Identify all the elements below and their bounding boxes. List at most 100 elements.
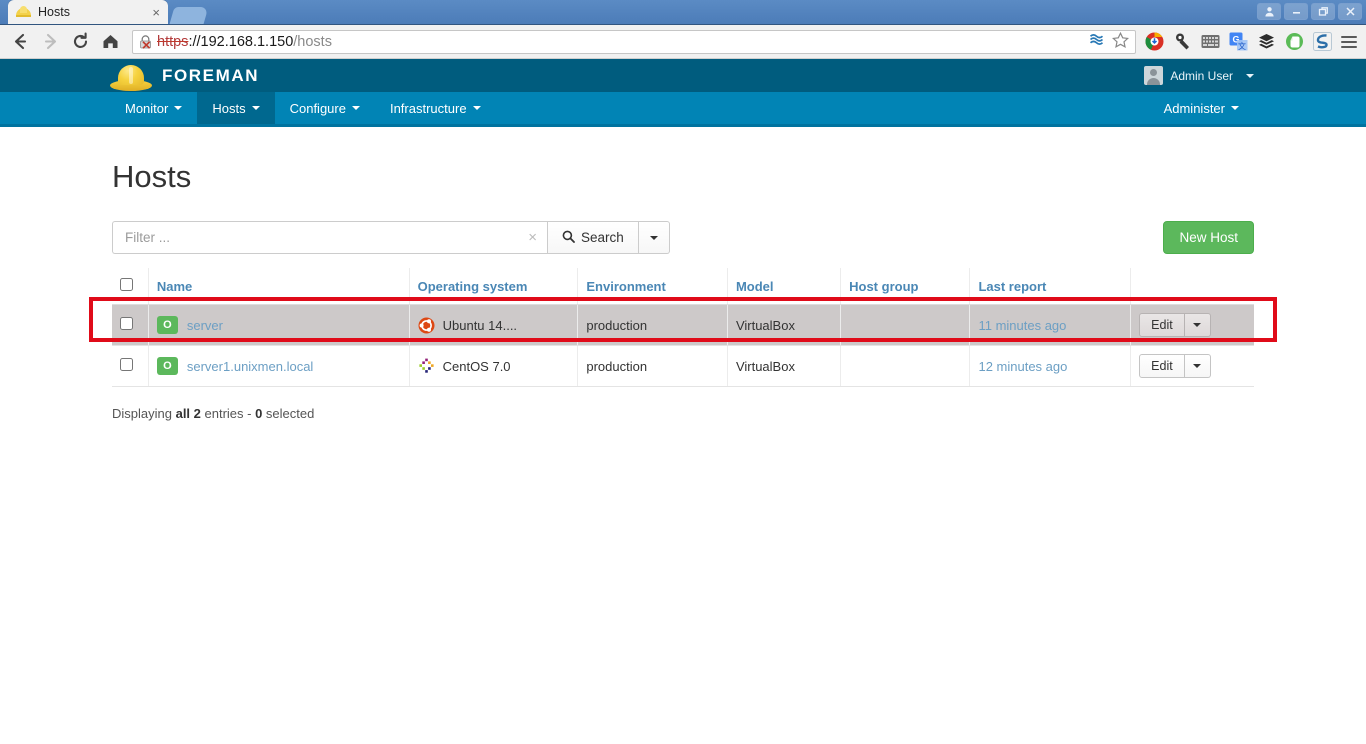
google-translate-icon[interactable]: G文: [1228, 32, 1248, 52]
row-os-cell: CentOS 7.0: [409, 345, 579, 387]
column-header-actions: [1130, 268, 1254, 305]
new-host-label: New Host: [1179, 230, 1238, 245]
reading-list-icon[interactable]: [1089, 32, 1106, 51]
forward-icon[interactable]: [36, 29, 64, 55]
table-header: Name Operating system Environment Model …: [112, 268, 1254, 305]
url-path: /hosts: [293, 33, 332, 50]
nav-label: Infrastructure: [389, 100, 467, 116]
home-icon[interactable]: [96, 29, 124, 55]
column-header-model[interactable]: Model: [727, 268, 842, 305]
clear-filter-icon[interactable]: ×: [522, 229, 537, 246]
evernote-icon[interactable]: [1284, 32, 1304, 52]
nav-item-administer[interactable]: Administer: [1149, 92, 1254, 124]
foreman-nav-left: Monitor Hosts Configure Infrastructure: [110, 92, 496, 124]
column-header-operating-system[interactable]: Operating system: [409, 268, 579, 305]
brand-title: FOREMAN: [162, 65, 260, 85]
nav-item-infrastructure[interactable]: Infrastructure: [375, 92, 496, 124]
browser-tab-hosts[interactable]: Hosts ×: [8, 0, 168, 24]
foreman-logo-link[interactable]: FOREMAN: [110, 59, 259, 93]
search-button[interactable]: Search: [547, 221, 639, 254]
chrome-download-icon[interactable]: [1144, 32, 1164, 52]
avatar: [1144, 66, 1164, 85]
os-label: CentOS 7.0: [442, 358, 511, 374]
row-name-cell: O server: [148, 304, 410, 346]
table-row[interactable]: O server1.unixmen.local CentOS 7.0 produ…: [112, 345, 1254, 387]
extension-icons: G文: [1144, 32, 1336, 52]
status-badge: O: [156, 357, 178, 375]
table-row[interactable]: O server Ubuntu 14.... production Virtua…: [112, 304, 1254, 346]
row-select-checkbox[interactable]: [120, 317, 133, 330]
nav-item-monitor[interactable]: Monitor: [110, 92, 197, 124]
row-checkbox-cell: [112, 345, 149, 387]
select-all-header: [112, 268, 149, 305]
chevron-down-icon: [1246, 73, 1254, 78]
close-button[interactable]: [1338, 3, 1362, 20]
search-input[interactable]: [123, 229, 523, 246]
nav-item-configure[interactable]: Configure: [275, 92, 375, 124]
host-link[interactable]: server1.unixmen.local: [187, 359, 313, 374]
page-content: Hosts × Search New Host: [0, 159, 1366, 421]
summary-count: all 2: [175, 406, 201, 421]
lastpass-icon[interactable]: [1172, 32, 1192, 52]
hardhat-icon: [16, 5, 31, 20]
row-actions-dropdown-button[interactable]: [1184, 313, 1211, 337]
os-label: Ubuntu 14....: [442, 317, 518, 333]
last-report-link[interactable]: 11 minutes ago: [978, 318, 1066, 333]
row-lastreport-cell: 12 minutes ago: [969, 345, 1132, 387]
maximize-button[interactable]: [1311, 3, 1335, 20]
select-all-checkbox[interactable]: [120, 278, 133, 291]
column-header-environment[interactable]: Environment: [577, 268, 728, 305]
edit-button[interactable]: Edit: [1139, 313, 1185, 337]
minimize-button[interactable]: [1284, 3, 1308, 20]
skitch-icon[interactable]: [1312, 32, 1332, 52]
chrome-menu-icon[interactable]: [1338, 31, 1360, 53]
search-group: × Search: [112, 221, 670, 254]
new-host-button[interactable]: New Host: [1163, 221, 1254, 254]
hosts-toolbar: × Search New Host: [112, 221, 1254, 254]
new-tab-button[interactable]: [169, 7, 209, 24]
filter-box[interactable]: ×: [112, 221, 547, 254]
keyboard-icon[interactable]: [1200, 32, 1220, 52]
buffer-icon[interactable]: [1256, 32, 1276, 52]
row-os-cell: Ubuntu 14....: [409, 304, 579, 346]
hardhat-icon: [110, 64, 152, 93]
foreman-nav-right: Administer: [1149, 92, 1254, 124]
hosts-table: Name Operating system Environment Model …: [112, 268, 1254, 387]
user-profile-button[interactable]: [1257, 3, 1281, 20]
host-link[interactable]: server: [187, 318, 223, 333]
row-lastreport-cell: 11 minutes ago: [969, 304, 1132, 346]
column-header-last-report[interactable]: Last report: [969, 268, 1132, 305]
row-model-cell: VirtualBox: [727, 345, 842, 387]
row-actions-dropdown-button[interactable]: [1184, 354, 1211, 378]
url-scheme: https: [157, 33, 189, 50]
address-bar[interactable]: https://192.168.1.150/hosts: [132, 29, 1136, 54]
summary-prefix: Displaying: [112, 406, 176, 421]
browser-window: Hosts × https://192.168.1.150/hosts G 文 …: [0, 0, 1366, 421]
user-name: Admin User: [1170, 68, 1233, 83]
chevron-down-icon: [649, 235, 658, 240]
tab-close-icon[interactable]: ×: [152, 6, 160, 19]
column-header-host-group[interactable]: Host group: [840, 268, 971, 305]
table-summary: Displaying all 2 entries - 0 selected: [112, 406, 1254, 421]
svg-text:文: 文: [1238, 41, 1246, 51]
nav-item-hosts[interactable]: Hosts: [197, 92, 275, 124]
chevron-down-icon: [351, 106, 360, 110]
bookmark-star-icon[interactable]: [1111, 31, 1130, 52]
url-separator: ://: [188, 33, 201, 50]
search-options-button[interactable]: [638, 221, 670, 254]
foreman-navbar: Monitor Hosts Configure Infrastructure A…: [0, 92, 1366, 127]
chevron-down-icon: [472, 106, 481, 110]
summary-middle: entries -: [200, 406, 256, 421]
nav-label: Administer: [1163, 100, 1225, 116]
row-select-checkbox[interactable]: [120, 358, 133, 371]
last-report-link[interactable]: 12 minutes ago: [978, 359, 1067, 374]
user-menu[interactable]: Admin User: [1144, 66, 1254, 85]
centos-icon: [418, 358, 435, 375]
reload-icon[interactable]: [66, 29, 94, 55]
back-icon[interactable]: [6, 29, 34, 55]
search-button-label: Search: [581, 230, 624, 245]
column-header-name[interactable]: Name: [148, 268, 410, 305]
row-environment-cell: production: [577, 304, 728, 346]
tab-title: Hosts: [38, 5, 70, 19]
edit-button[interactable]: Edit: [1139, 354, 1185, 378]
